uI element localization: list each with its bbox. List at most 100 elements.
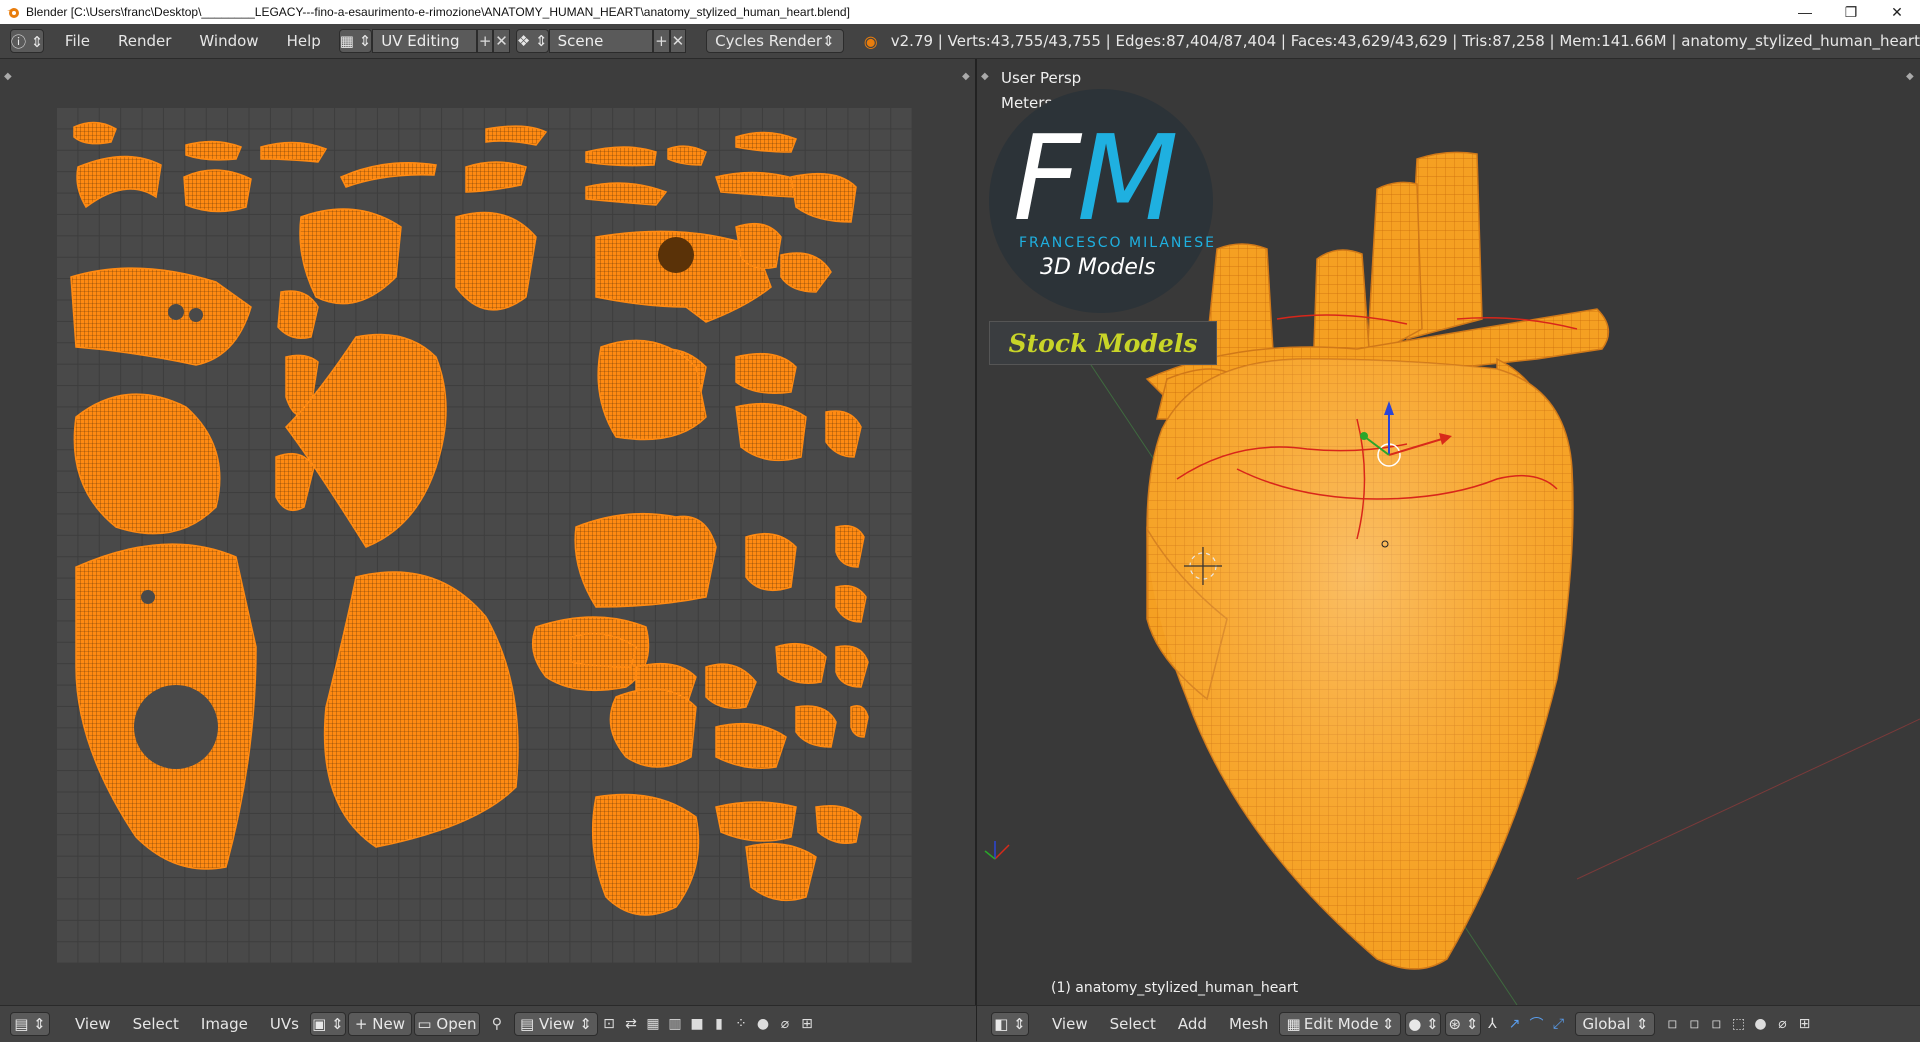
vertex-select-mode-icon[interactable]: ◽ bbox=[1661, 1013, 1683, 1035]
pivot-dropdown[interactable]: ⊛ ⇕ bbox=[1445, 1012, 1482, 1036]
3d-menu-select[interactable]: Select bbox=[1099, 1015, 1167, 1033]
face-select-icon[interactable]: ■ bbox=[686, 1013, 708, 1035]
pin-icon[interactable]: ⚲ bbox=[486, 1013, 508, 1035]
menu-file[interactable]: File bbox=[51, 32, 104, 50]
proportional-edit-icon[interactable]: ● bbox=[752, 1013, 774, 1035]
image-icon: ▣ ⇕ bbox=[312, 1015, 344, 1033]
logo-letter-m: M bbox=[1076, 109, 1179, 247]
window-titlebar: Blender [C:\Users\franc\Desktop\________… bbox=[0, 0, 1920, 24]
3d-view-icon: ◧ ⇕ bbox=[994, 1015, 1026, 1033]
new-image-label: New bbox=[372, 1015, 405, 1033]
island-select-icon[interactable]: ▮ bbox=[708, 1013, 730, 1035]
menu-render[interactable]: Render bbox=[104, 32, 185, 50]
layout-icon: ▦ ⇕ bbox=[339, 32, 372, 50]
blender-logo-icon: ◉ bbox=[863, 31, 878, 51]
close-icon: ✕ bbox=[495, 32, 508, 50]
face-select-mode-icon[interactable]: ◽ bbox=[1705, 1013, 1727, 1035]
edge-select-icon[interactable]: ▥ bbox=[664, 1013, 686, 1035]
stock-models-banner: Stock Models bbox=[989, 321, 1217, 365]
proportional-edit-icon[interactable]: ● bbox=[1749, 1013, 1771, 1035]
3d-menu-view[interactable]: View bbox=[1041, 1015, 1099, 1033]
chevron-updown-icon: ⇕ bbox=[1381, 1015, 1395, 1033]
add-scene-button[interactable]: + bbox=[653, 29, 670, 53]
info-icon: ⓘ ⇕ bbox=[11, 32, 44, 51]
delete-layout-button[interactable]: ✕ bbox=[493, 29, 510, 53]
axis-widget bbox=[984, 841, 1010, 860]
edge-select-mode-icon[interactable]: ◽ bbox=[1683, 1013, 1705, 1035]
view-mode-dropdown[interactable]: ▤ View ⇕ bbox=[513, 1012, 598, 1036]
menu-help[interactable]: Help bbox=[273, 32, 335, 50]
view3d-header: ◧ ⇕ View Select Add Mesh ▦ Edit Mode ⇕ ●… bbox=[977, 1005, 1920, 1042]
info-header: ⓘ ⇕ File Render Window Help ▦ ⇕ UV Editi… bbox=[0, 24, 1920, 59]
translate-manipulator-icon[interactable]: ↗ bbox=[1503, 1013, 1525, 1035]
open-image-label: Open bbox=[436, 1015, 477, 1033]
image-editor-icon: ▤ ⇕ bbox=[14, 1015, 46, 1033]
window-title: Blender [C:\Users\franc\Desktop\________… bbox=[26, 5, 850, 19]
uv-islands bbox=[70, 121, 869, 916]
orientation-label: Global bbox=[1582, 1015, 1631, 1033]
render-engine-dropdown[interactable]: Cycles Render ⇕ bbox=[706, 29, 844, 53]
close-window-button[interactable]: ✕ bbox=[1874, 0, 1920, 24]
uv-grid[interactable] bbox=[56, 107, 912, 963]
uv-image-editor[interactable]: ◆ ◆ bbox=[0, 59, 976, 1005]
3d-menu-add[interactable]: Add bbox=[1167, 1015, 1218, 1033]
logo-monogram: FM bbox=[1013, 119, 1179, 237]
logo-name: FRANCESCO MILANESE bbox=[1019, 235, 1216, 251]
maximize-button[interactable]: ❐ bbox=[1828, 0, 1874, 24]
scale-manipulator-icon[interactable]: ⤢ bbox=[1547, 1013, 1569, 1035]
delete-scene-button[interactable]: ✕ bbox=[669, 29, 687, 53]
plus-icon: + bbox=[478, 32, 492, 50]
scene-stats: v2.79 | Verts:43,755/43,755 | Edges:87,4… bbox=[890, 32, 1920, 50]
mode-dropdown[interactable]: ▦ Edit Mode ⇕ bbox=[1279, 1012, 1402, 1036]
orientation-dropdown[interactable]: Global ⇕ bbox=[1575, 1012, 1656, 1036]
logo-subtitle: 3D Models bbox=[1040, 255, 1156, 280]
uv-menu-uvs[interactable]: UVs bbox=[259, 1015, 310, 1033]
image-browse-button[interactable]: ▣ ⇕ bbox=[309, 1012, 346, 1036]
blender-logo-icon bbox=[7, 8, 19, 18]
scene-selector[interactable]: ❖ ⇕ bbox=[515, 29, 549, 53]
snap-icon[interactable]: ⌀ bbox=[1771, 1013, 1793, 1035]
sticky-mode-icon[interactable]: ⁘ bbox=[730, 1013, 752, 1035]
vertex-select-icon[interactable]: ▦ bbox=[642, 1013, 664, 1035]
uv-menu-select[interactable]: Select bbox=[122, 1015, 190, 1033]
new-image-button[interactable]: + New bbox=[347, 1012, 412, 1036]
active-object-label: (1) anatomy_stylized_human_heart bbox=[1051, 980, 1299, 996]
region-toggle-icon[interactable]: ◆ bbox=[962, 71, 970, 82]
sync-selection-icon[interactable]: ⇄ bbox=[620, 1013, 642, 1035]
occlude-geometry-icon[interactable]: ⬚ bbox=[1727, 1013, 1749, 1035]
folder-icon: ▭ bbox=[417, 1015, 432, 1033]
chevron-updown-icon: ⇕ bbox=[822, 32, 835, 50]
rotate-manipulator-icon[interactable]: ⌒ bbox=[1525, 1013, 1547, 1035]
3d-menu-mesh[interactable]: Mesh bbox=[1218, 1015, 1280, 1033]
snap-icon[interactable]: ⌀ bbox=[774, 1013, 796, 1035]
editor-type-button[interactable]: ▤ ⇕ bbox=[10, 1012, 50, 1036]
snap-target-icon[interactable]: ⊞ bbox=[796, 1013, 818, 1035]
snap-element-icon[interactable]: ⊞ bbox=[1793, 1013, 1815, 1035]
pivot-icon: ⊛ ⇕ bbox=[1448, 1015, 1479, 1033]
view-mode-label: View bbox=[538, 1015, 575, 1033]
fm-watermark: FM FRANCESCO MILANESE 3D Models Stock Mo… bbox=[977, 59, 1237, 379]
editor-type-button[interactable]: ◧ ⇕ bbox=[991, 1012, 1029, 1036]
manipulator-toggle-icon[interactable]: ⅄ bbox=[1481, 1013, 1503, 1035]
screen-layout-selector[interactable]: ▦ ⇕ bbox=[338, 29, 373, 53]
region-toggle-icon[interactable]: ◆ bbox=[4, 71, 12, 82]
menu-window[interactable]: Window bbox=[185, 32, 272, 50]
scene-icon: ❖ ⇕ bbox=[516, 32, 548, 50]
pivot-icon[interactable]: ⊡ bbox=[598, 1013, 620, 1035]
open-image-button[interactable]: ▭ Open bbox=[413, 1012, 480, 1036]
chevron-updown-icon: ⇕ bbox=[1635, 1015, 1649, 1033]
minimize-button[interactable]: — bbox=[1782, 0, 1828, 24]
uv-menu-image[interactable]: Image bbox=[190, 1015, 259, 1033]
3d-viewport[interactable]: User Persp Meters ◆ ◆ FM FRANCESCO MILAN… bbox=[977, 59, 1920, 1005]
editor-type-info-button[interactable]: ⓘ ⇕ bbox=[10, 29, 45, 53]
render-engine-label: Cycles Render bbox=[715, 32, 823, 50]
uv-editor-header: ▤ ⇕ View Select Image UVs ▣ ⇕ + New ▭ Op… bbox=[0, 1005, 976, 1042]
add-layout-button[interactable]: + bbox=[476, 29, 494, 53]
screen-layout-field[interactable]: UV Editing bbox=[372, 29, 477, 53]
uv-menu-view[interactable]: View bbox=[64, 1015, 122, 1033]
solid-sphere-icon: ● ⇕ bbox=[1408, 1015, 1439, 1033]
shading-dropdown[interactable]: ● ⇕ bbox=[1405, 1012, 1442, 1036]
mode-label: Edit Mode bbox=[1303, 1015, 1379, 1033]
edit-mode-icon: ▦ bbox=[1286, 1015, 1301, 1033]
scene-field[interactable]: Scene bbox=[548, 29, 654, 53]
